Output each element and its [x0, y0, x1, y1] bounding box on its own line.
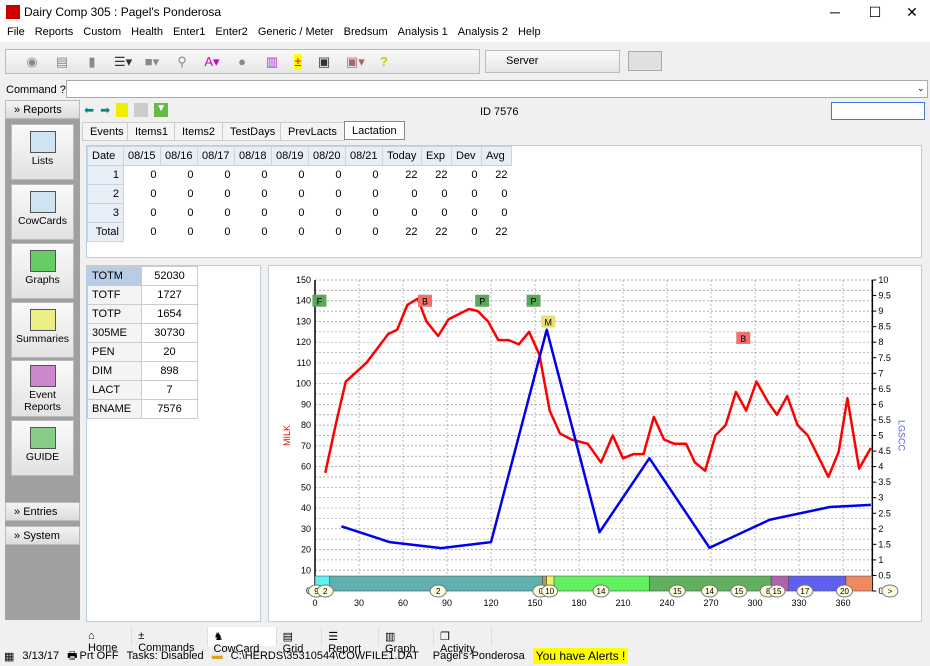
bottom-tab-commands[interactable]: ± Commands	[132, 627, 208, 654]
event-marker-label: F	[317, 297, 323, 307]
x-tick-label: 270	[703, 598, 718, 608]
y-tick-label: 80	[301, 420, 311, 430]
bottom-tab-cowcard[interactable]: ♞ CowCard	[207, 627, 277, 655]
home-icon: ⌂	[88, 630, 95, 642]
bottom-tab-grid[interactable]: ▤ Grid	[277, 627, 323, 655]
bottom-tab-home[interactable]: ⌂ Home	[82, 627, 133, 654]
y2-axis-label: LGSCC	[896, 420, 906, 452]
y-tick-label: 120	[296, 337, 311, 347]
y-axis-label: MILK	[282, 425, 292, 446]
lactation-chart: 0306090120150180210240270300330360010203…	[282, 275, 906, 608]
activity-icon: ❐	[440, 631, 450, 643]
y2-tick-label: 1	[878, 555, 883, 565]
series-line-milk	[324, 297, 872, 479]
x-tick-label: 330	[791, 598, 806, 608]
x-tick-label: 240	[659, 598, 674, 608]
pen-label: 17	[800, 587, 809, 596]
pen-label: 20	[840, 587, 849, 596]
y2-tick-label: 6	[878, 399, 883, 409]
printer-icon: 🖶	[67, 649, 78, 662]
x-tick-label: 150	[527, 598, 542, 608]
y-tick-label: 130	[296, 316, 311, 326]
event-marker-label: P	[531, 297, 537, 307]
y2-tick-label: 2.5	[878, 508, 891, 518]
y-tick-label: 20	[301, 545, 311, 555]
series-line-lgscc	[341, 328, 871, 550]
x-tick-label: 90	[442, 598, 452, 608]
pen-label: 15	[734, 587, 743, 596]
x-tick-label: 60	[398, 598, 408, 608]
status-bar: ▦ 3/13/17 🖶 Prt OFF Tasks: Disabled ▬ C:…	[0, 647, 930, 665]
graph-icon: ▥	[385, 631, 396, 643]
y-tick-label: 40	[301, 503, 311, 513]
bottom-tab-report[interactable]: ☰ Report	[322, 627, 380, 655]
y2-tick-label: 7	[878, 368, 883, 378]
bottom-tab-activity[interactable]: ❐ Activity	[434, 627, 492, 655]
status-printer: Prt OFF	[79, 650, 119, 662]
y2-tick-label: 0.5	[878, 570, 891, 580]
y2-tick-label: 9.5	[878, 291, 891, 301]
y-tick-label: 60	[301, 462, 311, 472]
pen-label: 14	[705, 587, 714, 596]
folder-icon: ▬	[211, 650, 223, 662]
pen-label: 2	[436, 587, 441, 596]
y-tick-label: 140	[296, 296, 311, 306]
status-date: 3/13/17	[22, 650, 60, 662]
y2-tick-label: 1.5	[878, 539, 891, 549]
status-path: C:\HERDS\35310544\COWFILE1.DAT	[230, 650, 419, 662]
event-marker-label: P	[479, 297, 485, 307]
pen-label: 14	[597, 587, 606, 596]
y2-tick-label: 4.5	[878, 446, 891, 456]
report-icon: ☰	[328, 631, 339, 643]
y-tick-label: 70	[301, 441, 311, 451]
y2-tick-label: 6.5	[878, 384, 891, 394]
pen-label: 10	[545, 587, 554, 596]
y-tick-label: 30	[301, 524, 311, 534]
pen-label: 15	[773, 587, 782, 596]
y-tick-label: 90	[301, 399, 311, 409]
commands-icon: ±	[138, 630, 145, 642]
grid-icon: ▤	[282, 631, 293, 643]
bottom-tabs: ⌂ Home ± Commands ♞ CowCard ▤ Grid ☰ Report ▥…	[82, 627, 492, 655]
pen-label: 15	[673, 587, 682, 596]
pen-label: 2	[323, 587, 328, 596]
y2-tick-label: 10	[878, 275, 888, 285]
y2-tick-label: 5	[878, 431, 883, 441]
status-tasks: Tasks: Disabled	[126, 650, 204, 662]
event-marker-label: B	[422, 297, 428, 307]
x-tick-label: 300	[747, 598, 762, 608]
y2-tick-label: 5.5	[878, 415, 891, 425]
y2-tick-label: 2	[878, 524, 883, 534]
y2-tick-label: 7.5	[878, 353, 891, 363]
y2-tick-label: 4	[878, 462, 883, 472]
x-tick-label: 360	[835, 598, 850, 608]
y2-tick-label: 3.5	[878, 477, 891, 487]
bottom-tab-graph[interactable]: ▥ Graph	[379, 627, 435, 655]
x-tick-label: 180	[571, 598, 586, 608]
alerts-link[interactable]: You have Alerts !	[532, 648, 629, 664]
x-tick-label: 120	[483, 598, 498, 608]
x-tick-label: 0	[312, 598, 317, 608]
y2-tick-label: 9	[878, 306, 883, 316]
status-herd: Pagel's Ponderosa	[432, 650, 525, 662]
y2-tick-label: 3	[878, 493, 883, 503]
calendar-icon: ▦	[4, 650, 15, 663]
cowcard-icon: ♞	[213, 631, 224, 643]
event-marker-label: B	[740, 334, 746, 344]
y-tick-label: 10	[301, 565, 311, 575]
x-tick-label: 30	[354, 598, 364, 608]
y-tick-label: 50	[301, 482, 311, 492]
y-tick-label: 110	[297, 358, 311, 368]
x-tick-label: 210	[615, 598, 630, 608]
y2-tick-label: 8	[878, 337, 883, 347]
y-tick-label: 150	[296, 275, 311, 285]
y-tick-label: 100	[296, 379, 311, 389]
y2-tick-label: 8.5	[878, 322, 891, 332]
pen-label: >	[888, 587, 893, 596]
event-marker-label: M	[544, 317, 552, 327]
